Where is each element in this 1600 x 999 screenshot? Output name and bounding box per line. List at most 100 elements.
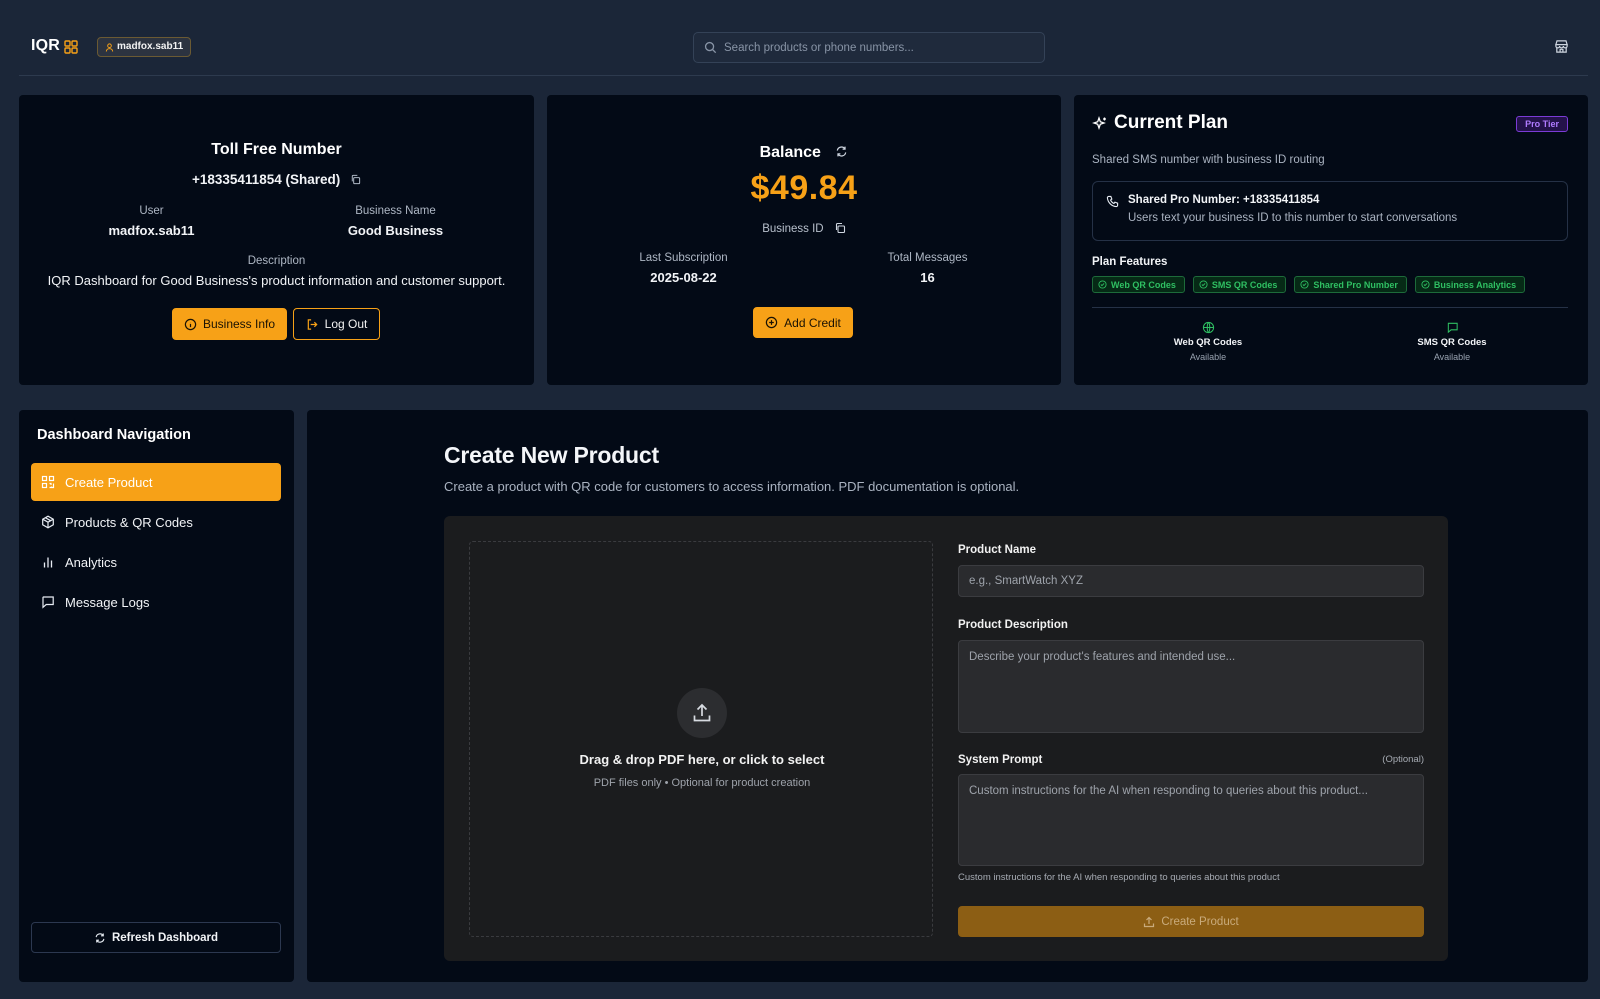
last-subscription-value: 2025-08-22 — [650, 270, 717, 285]
globe-icon — [1202, 321, 1214, 334]
copy-icon[interactable] — [834, 222, 846, 234]
feature-label: SMS QR Codes — [1211, 279, 1278, 290]
dropzone-title: Drag & drop PDF here, or click to select — [579, 752, 825, 767]
package-icon — [42, 515, 54, 529]
nav-item-message-logs[interactable]: Message Logs — [31, 583, 281, 621]
balance-card: Balance $49.84 Business ID Last Subscrip… — [547, 95, 1061, 385]
pdf-dropzone[interactable]: Drag & drop PDF here, or click to select… — [469, 541, 933, 937]
refresh-icon[interactable] — [835, 145, 848, 158]
dropzone-subtitle: PDF files only • Optional for product cr… — [593, 777, 811, 789]
product-description-input[interactable] — [958, 640, 1424, 733]
system-prompt-label: System Prompt — [958, 754, 1043, 766]
search-bar[interactable] — [693, 32, 1045, 63]
business-info-button[interactable]: Business Info — [172, 308, 287, 340]
web-qr-stat-status: Available — [1189, 352, 1227, 362]
store-icon[interactable] — [1554, 39, 1569, 54]
balance-title-row: Balance — [547, 144, 1061, 162]
message-square-icon — [1447, 322, 1458, 334]
search-icon — [704, 41, 717, 54]
check-circle-icon — [1421, 280, 1430, 289]
nav-title: Dashboard Navigation — [37, 427, 191, 443]
feature-chip: Web QR Codes — [1092, 276, 1185, 293]
refresh-dashboard-label: Refresh Dashboard — [111, 931, 219, 944]
web-qr-stat: Web QR Codes Available — [1138, 321, 1278, 362]
message-square-icon — [42, 596, 54, 609]
header-divider — [19, 75, 1588, 76]
username: madfox.sab11 — [117, 41, 184, 52]
sms-qr-stat: SMS QR Codes Available — [1382, 321, 1522, 362]
dashboard-navigation: Dashboard Navigation Create Product Prod… — [19, 410, 294, 982]
user-icon — [105, 43, 114, 52]
page-subtitle: Create a product with QR code for custom… — [444, 479, 1020, 494]
nav-item-label: Products & QR Codes — [65, 514, 193, 530]
logout-label: Log Out — [324, 317, 368, 331]
nav-item-products-qr-codes[interactable]: Products & QR Codes — [31, 503, 281, 541]
plan-divider — [1092, 307, 1568, 308]
user-value: madfox.sab11 — [108, 223, 195, 238]
shared-number-box: Shared Pro Number: +18335411854 Users te… — [1092, 181, 1568, 241]
search-input[interactable] — [720, 33, 1030, 62]
nav-item-label: Create Product — [65, 474, 153, 490]
business-name-label: Business Name — [355, 205, 436, 217]
business-id-label: Business ID — [762, 223, 824, 235]
user-badge[interactable]: madfox.sab11 — [97, 37, 192, 57]
toll-title: Toll Free Number — [211, 141, 342, 158]
current-plan-card: Current Plan Pro Tier Shared SMS number … — [1074, 95, 1588, 385]
feature-label: Web QR Codes — [1111, 279, 1176, 290]
create-product-label: Create Product — [1161, 915, 1239, 928]
total-messages-label: Total Messages — [887, 252, 968, 264]
nav-item-create-product[interactable]: Create Product — [31, 463, 281, 501]
nav-item-label: Analytics — [65, 554, 118, 570]
system-prompt-input[interactable] — [958, 774, 1424, 866]
logout-button[interactable]: Log Out — [293, 308, 380, 340]
upload-circle — [677, 688, 727, 738]
total-messages-value: 16 — [920, 270, 935, 285]
nav-item-analytics[interactable]: Analytics — [31, 543, 281, 581]
system-prompt-help: Custom instructions for the AI when resp… — [958, 872, 1280, 883]
phone-icon — [1106, 195, 1119, 208]
sparkles-icon — [1092, 116, 1106, 130]
description-label: Description — [247, 255, 306, 267]
toll-number-row: +18335411854 (Shared) — [19, 172, 534, 187]
upload-icon — [693, 703, 711, 722]
grid-icon[interactable] — [64, 40, 78, 54]
product-name-label: Product Name — [958, 544, 1036, 556]
business-name-value: Good Business — [347, 223, 444, 238]
business-info-label: Business Info — [202, 317, 276, 331]
top-bar: IQR madfox.sab11 — [0, 0, 1600, 76]
app-logo[interactable]: IQR — [31, 37, 60, 55]
copy-icon[interactable] — [350, 174, 361, 185]
feature-label: Business Analytics — [1433, 279, 1517, 290]
qr-code-icon — [41, 475, 55, 489]
feature-chip: Business Analytics — [1414, 276, 1526, 293]
log-out-icon — [307, 318, 318, 330]
refresh-dashboard-button[interactable]: Refresh Dashboard — [31, 922, 281, 953]
nav-item-label: Message Logs — [65, 594, 150, 610]
plus-circle-icon — [765, 316, 778, 329]
balance-amount: $49.84 — [750, 169, 858, 207]
sms-qr-stat-name: SMS QR Codes — [1417, 337, 1487, 348]
check-circle-icon — [1098, 280, 1107, 289]
bar-chart-icon — [43, 557, 53, 568]
feature-label: Shared Pro Number — [1313, 279, 1398, 290]
product-name-input[interactable] — [958, 565, 1424, 597]
user-label: User — [139, 205, 164, 217]
business-id-row: Business ID — [547, 222, 1061, 235]
feature-chip: SMS QR Codes — [1192, 276, 1287, 293]
info-icon — [184, 318, 197, 330]
sms-qr-stat-status: Available — [1433, 352, 1471, 362]
plan-features-list: Web QR Codes SMS QR Codes Shared Pro Num… — [1092, 276, 1526, 293]
plan-title: Current Plan — [1114, 112, 1229, 133]
feature-chip: Shared Pro Number — [1294, 276, 1407, 293]
last-subscription-label: Last Subscription — [639, 252, 728, 264]
page-title: Create New Product — [444, 442, 659, 468]
add-credit-label: Add Credit — [784, 315, 841, 330]
shared-number-desc: Users text your business ID to this numb… — [1128, 212, 1458, 224]
system-prompt-optional: (Optional) — [1382, 754, 1424, 765]
add-credit-button[interactable]: Add Credit — [753, 307, 853, 338]
create-product-button[interactable]: Create Product — [958, 906, 1424, 937]
description-value: IQR Dashboard for Good Business's produc… — [47, 273, 506, 288]
check-circle-icon — [1199, 280, 1208, 289]
web-qr-stat-name: Web QR Codes — [1173, 337, 1243, 348]
main-content: Create New Product Create a product with… — [307, 410, 1588, 982]
